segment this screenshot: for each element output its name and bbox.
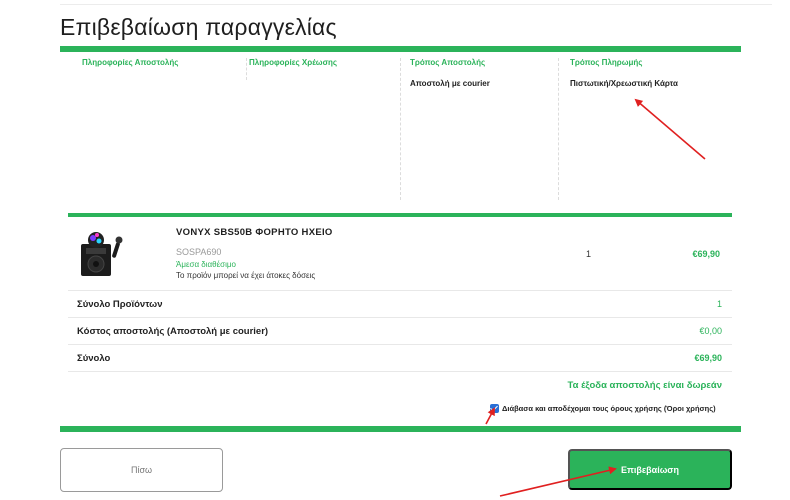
product-stock-status: Άμεσα διαθέσιμο <box>176 260 236 269</box>
product-quantity: 1 <box>586 249 592 259</box>
summary-row-total: Σύνολο €69,90 <box>68 344 732 371</box>
karaoke-speaker-icon <box>78 226 124 278</box>
terms-checkbox[interactable] <box>490 403 499 413</box>
product-row: VONYX SBS50B ΦΟΡΗΤΟ ΗΧΕΙΟ SOSPA690 Άμεσα… <box>68 217 732 289</box>
product-name[interactable]: VONYX SBS50B ΦΟΡΗΤΟ ΗΧΕΙΟ <box>176 227 333 238</box>
footer-accent-bar <box>60 426 741 432</box>
billing-info-column: Πληροφορίες Χρέωσης <box>246 58 396 80</box>
shipping-info-column: Πληροφορίες Αποστολής <box>82 58 232 200</box>
billing-info-label: Πληροφορίες Χρέωσης <box>249 58 338 67</box>
back-button[interactable]: Πίσω <box>60 448 223 492</box>
free-shipping-notice: Τα έξοδα αποστολής είναι δωρεάν <box>567 380 722 391</box>
summary-row-free-shipping: Τα έξοδα αποστολής είναι δωρεάν <box>68 371 732 399</box>
shipping-method-value: Αποστολή με courier <box>410 79 490 88</box>
product-price: €69,90 <box>692 249 720 259</box>
shipping-method-label: Τρόπος Αποστολής <box>410 58 486 67</box>
payment-method-column: Τρόπος Πληρωμής Πιστωτική/Χρεωστική Κάρτ… <box>558 58 728 200</box>
summary-row-shipping-cost: Κόστος αποστολής (Αποστολή με courier) €… <box>68 317 732 344</box>
total-value: €69,90 <box>694 353 722 363</box>
shipping-cost-value: €0,00 <box>699 326 722 336</box>
top-divider <box>60 4 772 5</box>
confirm-button[interactable]: Επιβεβαίωση <box>568 449 732 490</box>
payment-method-label: Τρόπος Πληρωμής <box>570 58 643 67</box>
terms-acceptance[interactable]: Διάβασα και αποδέχομαι τους όρους χρήσης… <box>490 401 716 415</box>
order-info-section: Πληροφορίες Αποστολής Πληροφορίες Χρέωση… <box>68 58 732 200</box>
payment-method-value: Πιστωτική/Χρεωστική Κάρτα <box>570 79 678 88</box>
shipping-cost-label: Κόστος αποστολής (Αποστολή με courier) <box>77 326 269 337</box>
header-accent-bar <box>60 46 741 52</box>
terms-label[interactable]: Διάβασα και αποδέχομαι τους όρους χρήσης… <box>502 404 716 413</box>
total-label: Σύνολο <box>77 353 111 364</box>
page-title: Επιβεβαίωση παραγγελίας <box>60 14 337 40</box>
products-total-value: 1 <box>716 299 722 309</box>
shipping-info-label: Πληροφορίες Αποστολής <box>82 58 179 67</box>
product-installments-note: Το προϊόν μπορεί να έχει άτοκες δόσεις <box>176 271 316 280</box>
product-code: SOSPA690 <box>176 247 222 257</box>
shipping-method-column: Τρόπος Αποστολής Αποστολή με courier <box>400 58 556 200</box>
products-total-label: Σύνολο Προϊόντων <box>77 299 163 310</box>
summary-row-products-total: Σύνολο Προϊόντων 1 <box>68 290 732 317</box>
